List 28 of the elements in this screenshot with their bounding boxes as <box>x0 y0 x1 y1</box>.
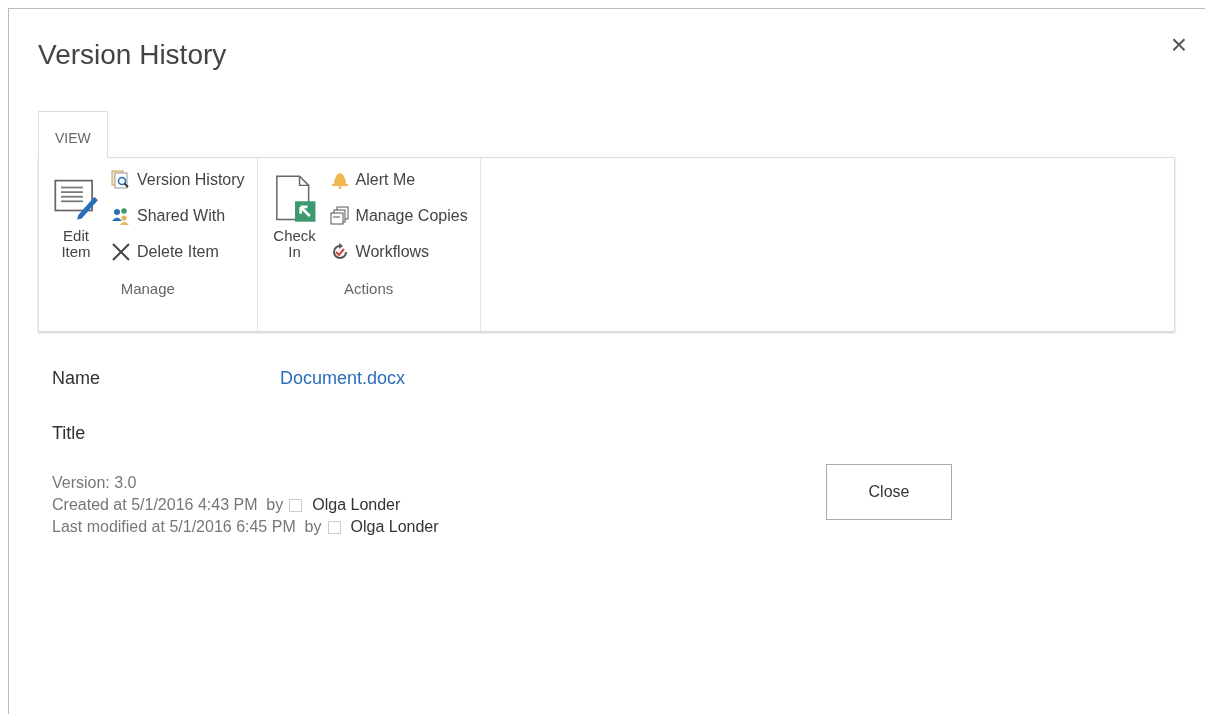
field-label: Title <box>52 423 87 444</box>
ribbon-button[interactable]: Alert Me <box>327 164 470 196</box>
field-label: Name <box>52 368 101 389</box>
bell-icon <box>329 170 350 190</box>
history-text: Last modified at 5/1/2016 6:45 PM by <box>52 518 322 536</box>
dialog-title: Version History <box>38 39 228 71</box>
document-link[interactable]: Document.docx <box>280 368 406 389</box>
ribbon-button[interactable]: Version History <box>109 164 247 196</box>
user-name: Olga Londer <box>350 518 439 536</box>
user-name: Olga Londer <box>312 496 401 514</box>
version-text: Version: 3.0 <box>52 474 138 492</box>
copies-icon <box>329 206 350 226</box>
magnifier-pages-icon <box>111 170 131 190</box>
delete-x-icon <box>111 242 131 262</box>
ribbon-large-button[interactable]: Edit Item <box>49 164 103 270</box>
ribbon-tab[interactable]: VIEW <box>38 111 108 158</box>
presence-icon <box>327 520 341 534</box>
presence-icon <box>289 498 303 512</box>
people-icon <box>111 206 131 226</box>
group-label: Actions <box>344 279 394 297</box>
group-label: Manage <box>120 279 175 297</box>
ribbon-button[interactable]: Workflows <box>327 236 470 268</box>
ribbon-button[interactable]: Manage Copies <box>327 200 470 232</box>
ribbon-button[interactable]: Shared With <box>109 200 247 232</box>
ribbon-button[interactable]: Delete Item <box>109 236 247 268</box>
close-button[interactable]: Close <box>826 464 952 520</box>
history-text: Created at 5/1/2016 4:43 PM by <box>52 496 284 514</box>
ribbon-large-button[interactable]: Check In <box>267 164 322 270</box>
